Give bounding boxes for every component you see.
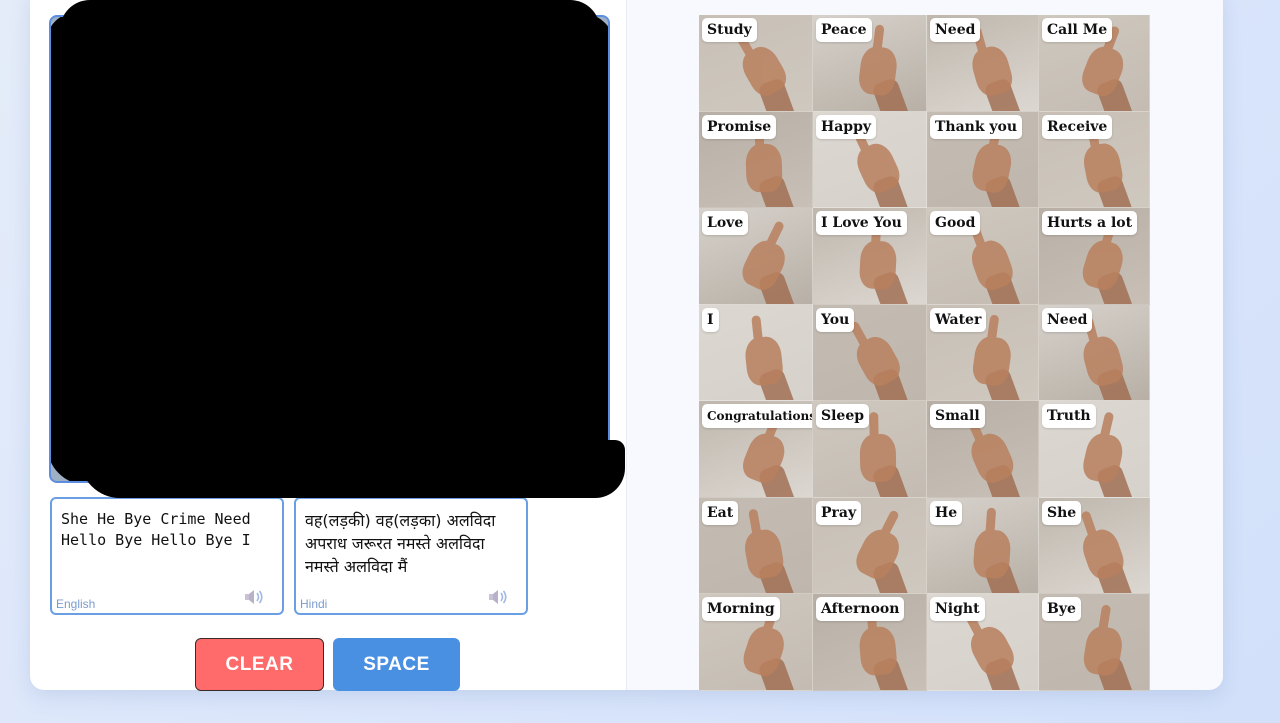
sign-card: Bye [1039,594,1150,691]
sign-label: Promise [702,114,777,139]
sign-label: He [930,500,963,525]
english-output-text: She He Bye Crime Need Hello Bye Hello By… [61,510,260,549]
english-label: English [56,597,96,611]
hand-sign-image [744,335,785,387]
sign-card: Love [699,208,813,305]
hand-sign-image [1080,141,1126,196]
english-output-box[interactable]: She He Bye Crime Need Hello Bye Hello By… [50,497,284,615]
sign-label: Sleep [816,404,870,429]
sign-card: Need [1039,304,1150,402]
hindi-label: Hindi [300,597,328,611]
hand-sign-image [971,529,1012,580]
sign-card: Hurts a lot [1039,208,1150,305]
sign-card: Small [927,401,1039,498]
sign-label: You [816,307,855,332]
sign-label: Pray [816,500,862,525]
sign-card: Receive [1039,111,1150,209]
sign-card: She [1039,497,1150,595]
sign-label: Study [702,18,757,42]
speaker-icon[interactable] [244,589,264,605]
sign-card: Good [927,208,1039,305]
sign-label: Small [930,404,985,429]
sign-label: Thank you [930,114,1023,139]
redaction-stroke [60,0,600,40]
sign-card: I Love You [813,208,927,305]
sign-card: Thank you [927,111,1039,209]
hand-sign-image [742,527,787,582]
sign-card: Sleep [813,401,927,498]
sign-label: Need [930,18,981,42]
sign-label: Need [1042,307,1093,332]
sign-card: You [813,304,927,402]
speaker-icon[interactable] [488,589,508,605]
clear-button[interactable]: CLEAR [195,638,324,691]
sign-label: Hurts a lot [1042,211,1138,236]
redacted-area [51,17,608,481]
sign-label: I Love You [816,211,907,236]
sign-card: Promise [699,111,813,209]
sign-label: Bye [1042,597,1081,622]
hand-sign-image [860,433,897,483]
sign-card: I [699,304,813,402]
sign-label: She [1042,500,1082,525]
sign-label: Afternoon [816,597,905,622]
sign-label: Eat [702,500,739,525]
sign-card: Eat [699,497,813,595]
sign-card: Water [927,304,1039,402]
sign-language-chart: Study Peace Need Call Me Promise Happy Thank y… [699,15,1150,691]
sign-label: Receive [1042,114,1113,139]
sign-card: Truth [1039,401,1150,498]
hand-sign-image [745,143,784,193]
sign-card: Night [927,594,1039,691]
sign-card: Study [699,15,813,112]
sign-card: Peace [813,15,927,112]
sign-label: Good [930,211,981,236]
redaction-stroke [80,440,625,498]
sign-label: Truth [1042,404,1096,429]
hand-sign-image [859,239,898,290]
sign-card: Need [927,15,1039,112]
sign-card: He [927,497,1039,595]
sign-label: Happy [816,114,877,139]
sign-label: Love [702,211,749,236]
sign-card: Congratulations [699,401,813,498]
sign-label: Morning [702,597,780,622]
sign-card: Afternoon [813,594,927,691]
sign-label: Call Me [1042,18,1113,42]
space-button[interactable]: SPACE [333,638,460,691]
hindi-output-text: वह(लड़की) वह(लड़का) अलविदा अपराध जरूरत न… [305,511,501,576]
sign-label: Peace [816,18,872,42]
sign-label: Congratulations [702,404,812,429]
sign-label: Water [930,307,987,332]
sign-card: Morning [699,594,813,691]
sign-card: Happy [813,111,927,209]
hindi-output-box[interactable]: वह(लड़की) वह(लड़का) अलविदा अपराध जरूरत न… [294,497,528,615]
sign-card: Pray [813,497,927,595]
camera-feed [49,15,610,483]
hand-sign-image [858,625,899,677]
sign-label: Night [930,597,985,622]
sign-card: Call Me [1039,15,1150,112]
sign-label: I [702,307,719,332]
